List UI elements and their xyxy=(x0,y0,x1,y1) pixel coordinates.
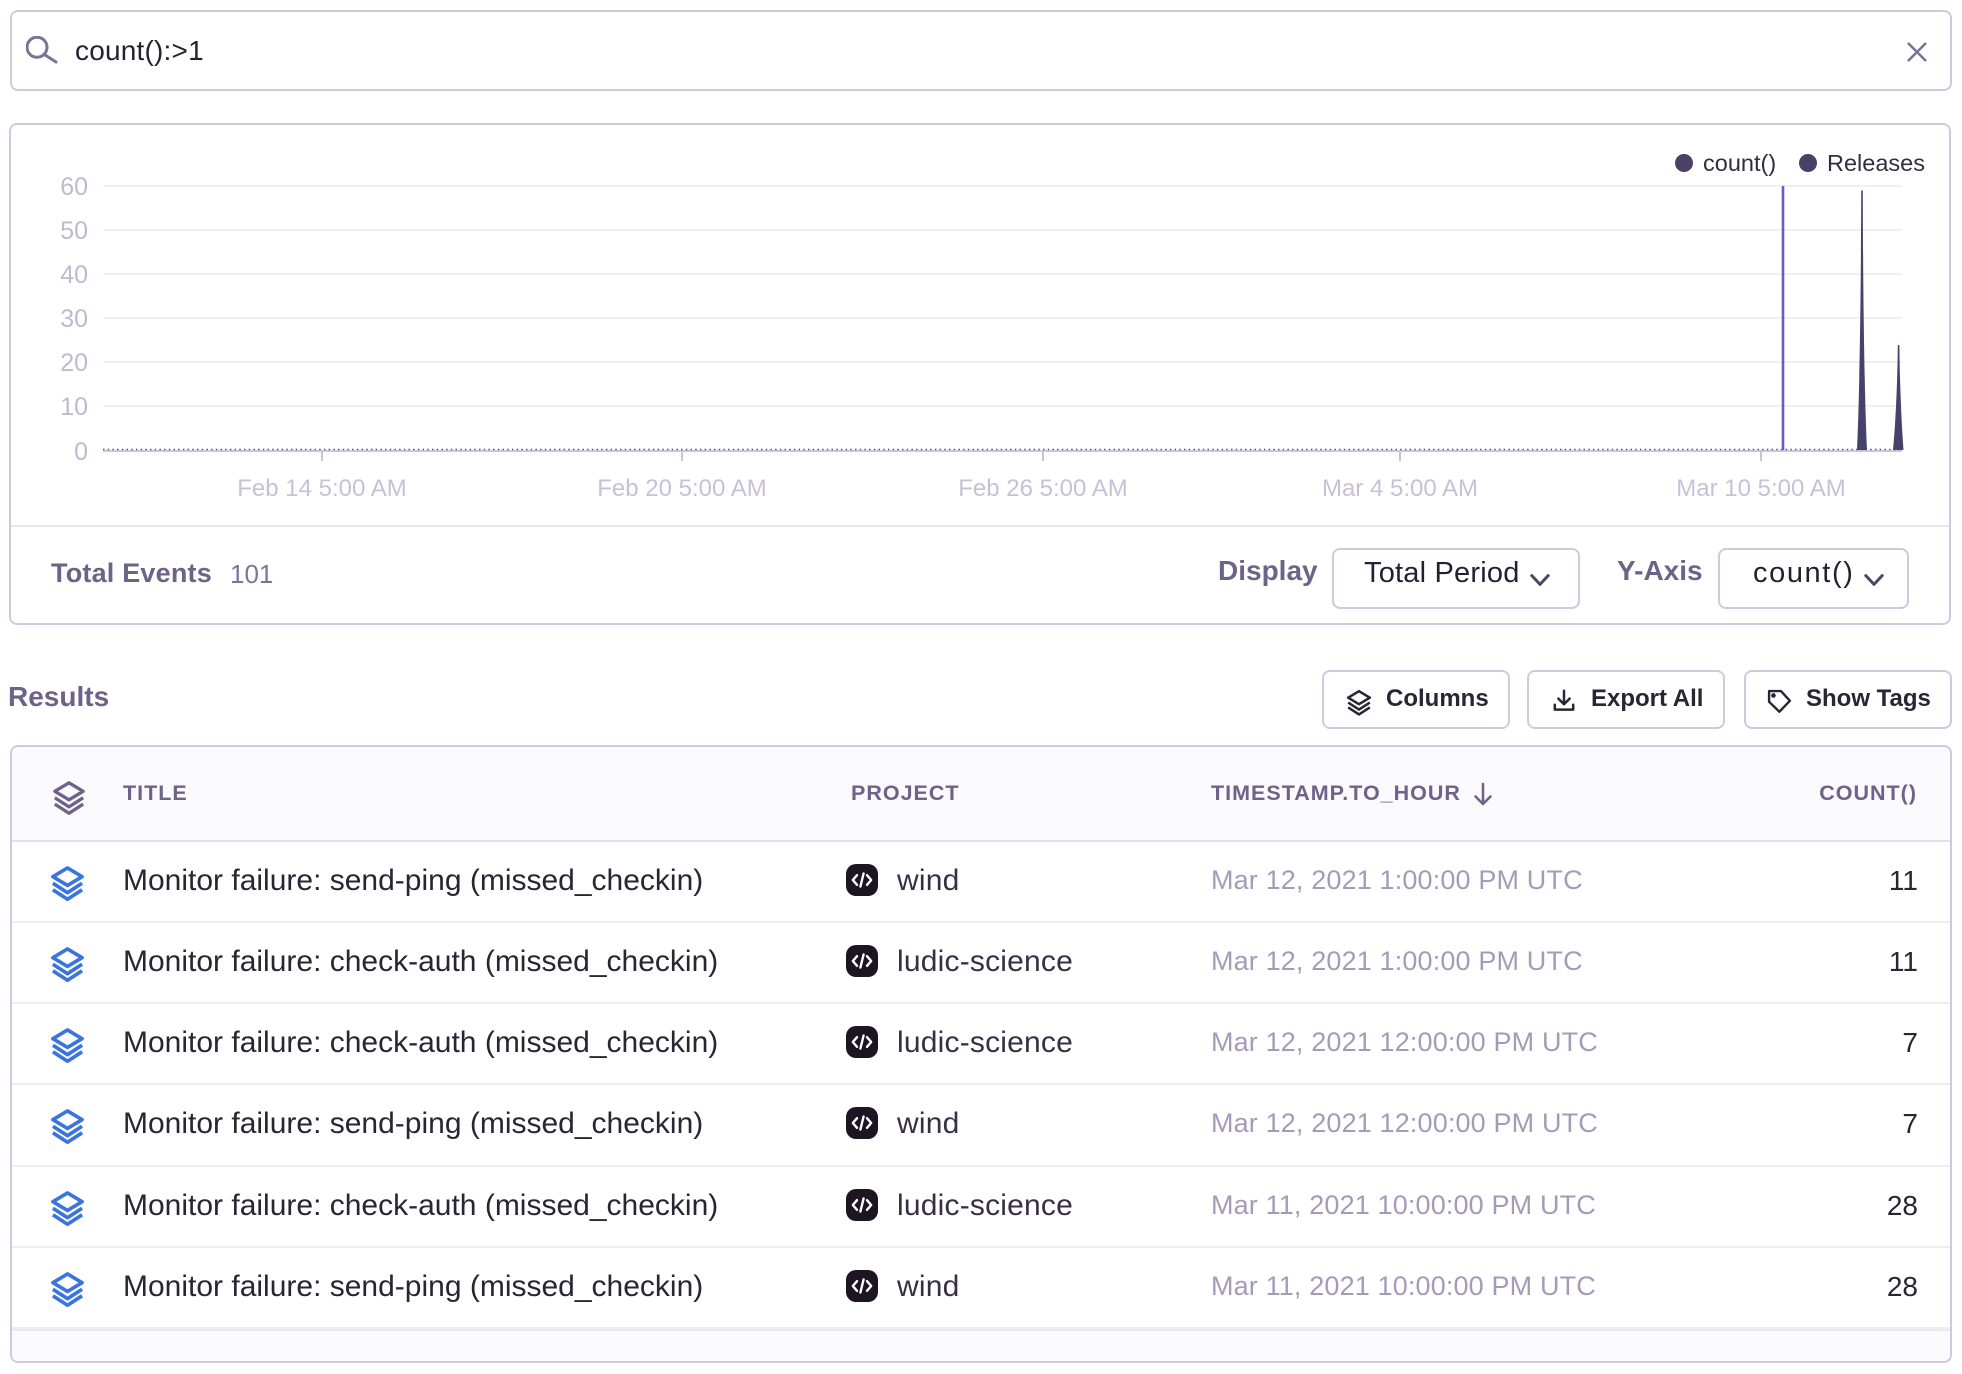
svg-text:0: 0 xyxy=(74,438,88,466)
svg-text:20: 20 xyxy=(60,349,88,377)
svg-text:10: 10 xyxy=(60,393,88,421)
svg-text:Releases: Releases xyxy=(1827,150,1925,176)
svg-text:Feb 20 5:00 AM: Feb 20 5:00 AM xyxy=(597,475,766,502)
svg-text:30: 30 xyxy=(60,305,88,333)
svg-text:50: 50 xyxy=(60,217,88,245)
svg-text:count(): count() xyxy=(1703,150,1776,176)
svg-text:Mar 10 5:00 AM: Mar 10 5:00 AM xyxy=(1676,475,1845,502)
svg-text:40: 40 xyxy=(60,261,88,289)
svg-text:60: 60 xyxy=(60,173,88,201)
svg-text:Feb 26 5:00 AM: Feb 26 5:00 AM xyxy=(958,475,1127,502)
svg-text:Feb 14 5:00 AM: Feb 14 5:00 AM xyxy=(237,475,406,502)
svg-text:Mar 4 5:00 AM: Mar 4 5:00 AM xyxy=(1322,475,1478,502)
